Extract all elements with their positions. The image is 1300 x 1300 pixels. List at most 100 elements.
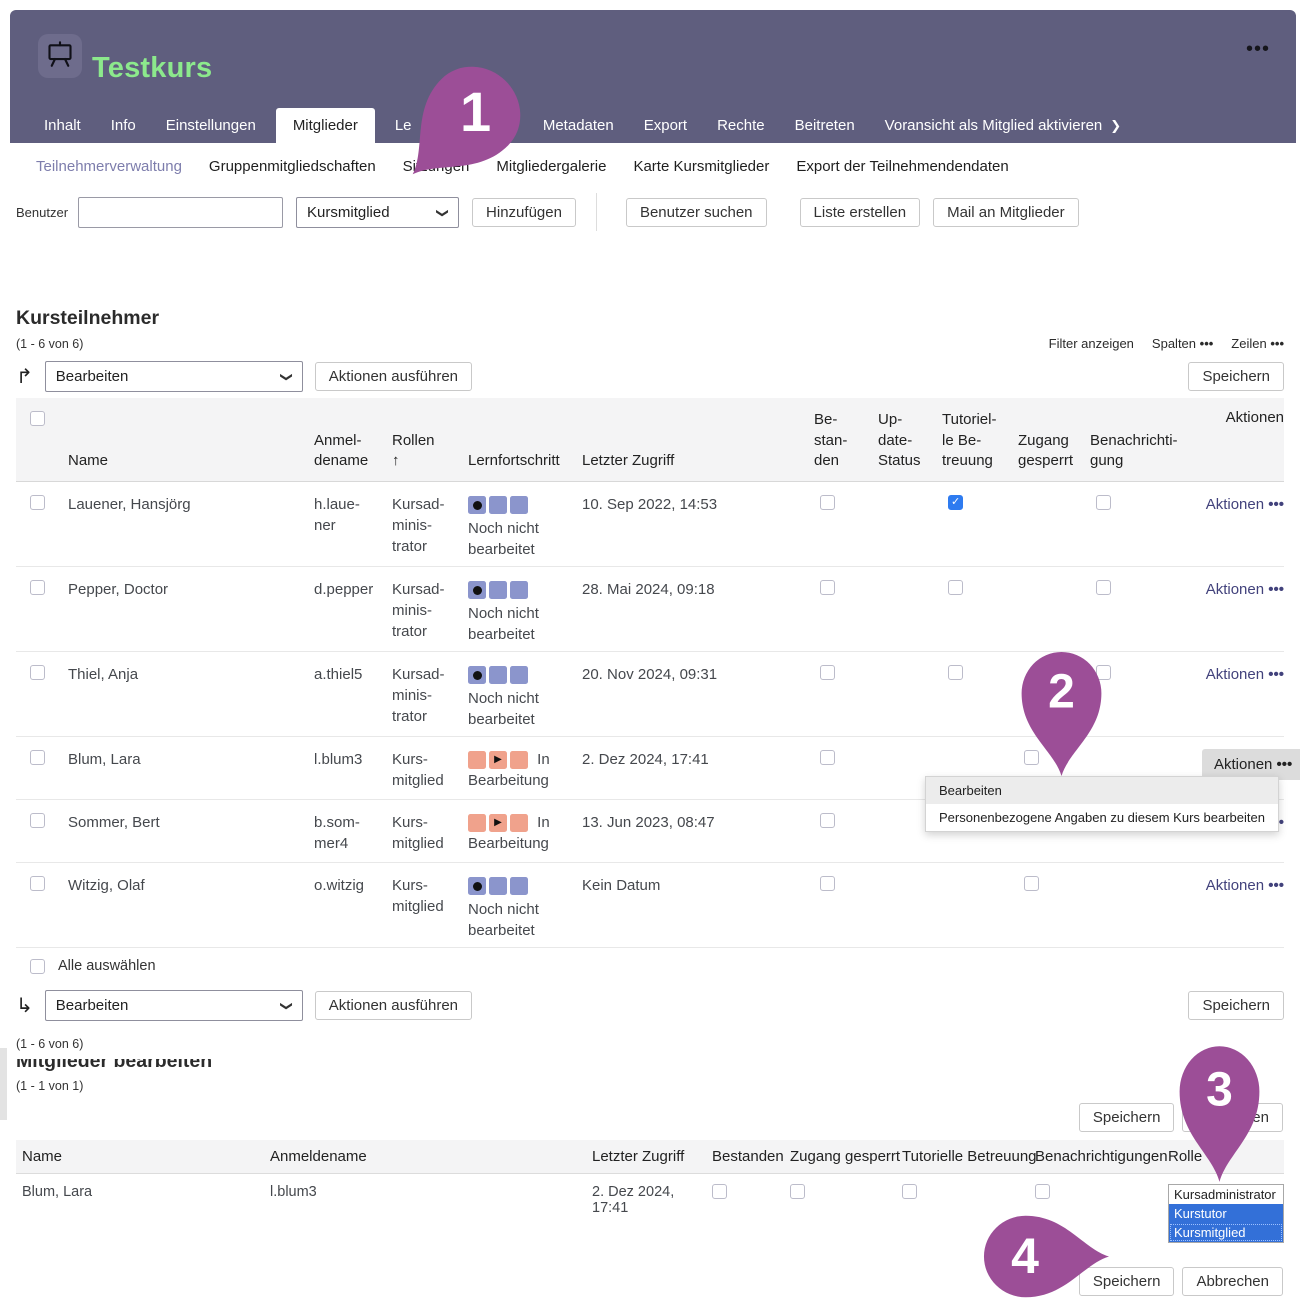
filter-link[interactable]: Filter anzeigen	[1049, 336, 1134, 351]
tab-mitglieder[interactable]: Mitglieder	[276, 108, 375, 143]
bulk-action-select-bottom[interactable]: Bearbeiten ❯	[45, 990, 303, 1021]
ellipsis-icon: •••	[1268, 581, 1284, 598]
bestanden-checkbox[interactable]	[712, 1184, 727, 1199]
col-bestanden[interactable]: Be­stan­den	[806, 398, 870, 481]
bulk-toolbar-bottom: ↳ Bearbeiten ❯ Aktionen ausführen Speich…	[16, 990, 1284, 1021]
row-checkbox[interactable]	[30, 750, 45, 765]
bestanden-checkbox[interactable]	[820, 495, 835, 510]
tab-beitreten[interactable]: Beitreten	[785, 117, 865, 134]
execute-actions-button-bottom[interactable]: Aktionen ausführen	[315, 991, 472, 1020]
bestanden-checkbox[interactable]	[820, 750, 835, 765]
search-users-button[interactable]: Benutzer suchen	[626, 198, 767, 227]
col-tutorielle-betreuung[interactable]: Tutoriel­le Be­treuung	[934, 398, 1010, 481]
last-access: 10. Sep 2022, 14:53	[574, 482, 806, 566]
row-checkbox[interactable]	[30, 495, 45, 510]
benachrichtigung-checkbox[interactable]	[1096, 495, 1111, 510]
role-option-kursadministrator[interactable]: Kursadministrator	[1169, 1185, 1283, 1204]
member-username: b.som­mer4	[306, 800, 384, 862]
role-option-kursmitglied[interactable]: Kursmitglied	[1169, 1223, 1283, 1242]
col-lernfortschritt[interactable]: Lernfort­schritt	[460, 398, 574, 481]
select-all-header-checkbox[interactable]	[30, 411, 45, 426]
member-name: Witzig, Olaf	[60, 863, 306, 947]
menu-item-bearbeiten[interactable]: Bearbeiten	[926, 777, 1278, 804]
row-checkbox[interactable]	[30, 813, 45, 828]
row-checkbox[interactable]	[30, 665, 45, 680]
bestanden-checkbox[interactable]	[820, 580, 835, 595]
select-all-checkbox[interactable]	[30, 959, 45, 974]
col-benachrichtigung[interactable]: Benach­richti­gung	[1082, 398, 1194, 481]
member-role: Kurs­mitglied	[384, 737, 460, 799]
save-button-bottom[interactable]: Speichern	[1188, 991, 1284, 1020]
menu-item-personenbezogene-angaben[interactable]: Personenbezogene Angaben zu diesem Kurs …	[926, 804, 1278, 831]
progress-indicator: ▶ In Bearbeitung	[468, 749, 582, 791]
benutzer-label: Benutzer	[16, 205, 68, 220]
bestanden-checkbox[interactable]	[820, 876, 835, 891]
row-actions-link[interactable]: Aktionen •••	[1206, 494, 1284, 515]
row-actions-link[interactable]: Aktionen •••	[1206, 875, 1284, 896]
bulk-action-select[interactable]: Bearbeiten ❯	[45, 361, 303, 392]
tutorielle-betreuung-checkbox[interactable]	[948, 665, 963, 680]
subtab-mitgliedergalerie[interactable]: Mitgliedergalerie	[496, 158, 606, 175]
row-checkbox[interactable]	[30, 580, 45, 595]
bestanden-checkbox[interactable]	[820, 813, 835, 828]
execute-actions-button[interactable]: Aktionen ausführen	[315, 362, 472, 391]
dialog-cancel-button-bottom[interactable]: Abbrechen	[1182, 1267, 1283, 1296]
tab-rechte[interactable]: Rechte	[707, 117, 775, 134]
col-name[interactable]: Name	[60, 398, 306, 481]
save-button-top[interactable]: Speichern	[1188, 362, 1284, 391]
tutorielle-betreuung-checkbox[interactable]	[948, 580, 963, 595]
ellipsis-icon: •••	[1268, 496, 1284, 513]
dialog-save-button[interactable]: Speichern	[1079, 1103, 1175, 1132]
columns-link[interactable]: Spalten •••	[1152, 336, 1213, 351]
add-member-row: Benutzer Kursmitglied ❯ Hinzufügen Benut…	[16, 193, 1300, 231]
col-anmeldename[interactable]: Anmel­dename	[306, 398, 384, 481]
zugang-gesperrt-checkbox[interactable]	[1024, 876, 1039, 891]
sort-asc-icon: ↑	[392, 452, 400, 469]
subtab-export-teilnehmendendaten[interactable]: Export der Teilnehmendendaten	[796, 158, 1008, 175]
col-aktionen: Aktionen	[1194, 398, 1284, 481]
create-list-button[interactable]: Liste erstellen	[800, 198, 921, 227]
row-actions-link[interactable]: Aktionen •••	[1206, 579, 1284, 600]
subtab-karte-kursmitglieder[interactable]: Karte Kursmitglieder	[633, 158, 769, 175]
subtab-teilnehmerverwaltung[interactable]: Teilnehmerverwaltung	[36, 158, 182, 175]
table-row: Pepper, Doctor d.pepper Kursad­minis­tra…	[16, 567, 1284, 652]
row-checkbox[interactable]	[30, 876, 45, 891]
member-username: o.witzig	[306, 863, 384, 947]
col-zugang-gesperrt[interactable]: Zugang gesperrt	[1010, 398, 1082, 481]
benachrichtigungen-checkbox[interactable]	[1035, 1184, 1050, 1199]
role-multiselect-listbox[interactable]: Kursadministrator Kurstutor Kursmitglied	[1168, 1184, 1284, 1243]
member-name: Lauener, Hansjörg	[60, 482, 306, 566]
last-access: 13. Jun 2023, 08:47	[574, 800, 806, 862]
benachrichtigung-checkbox[interactable]	[1096, 580, 1111, 595]
mail-members-button[interactable]: Mail an Mitglieder	[933, 198, 1079, 227]
col-name: Name	[16, 1140, 264, 1173]
zugang-gesperrt-checkbox[interactable]	[790, 1184, 805, 1199]
col-update-status[interactable]: Up­date-Status	[870, 398, 934, 481]
tab-einstellungen[interactable]: Einstellungen	[156, 117, 266, 134]
member-name: Sommer, Bert	[60, 800, 306, 862]
member-role: Kurs­mitglied	[384, 800, 460, 862]
col-rollen-sorted[interactable]: Rollen↑	[384, 398, 460, 481]
rows-link[interactable]: Zeilen •••	[1231, 336, 1284, 351]
role-select[interactable]: Kursmitglied ❯	[296, 197, 459, 228]
bestanden-checkbox[interactable]	[820, 665, 835, 680]
tab-info[interactable]: Info	[101, 117, 146, 134]
members-subtab-bar: Teilnehmerverwaltung Gruppenmitgliedscha…	[0, 143, 1300, 175]
course-title: Testkurs	[92, 52, 212, 85]
tab-preview-as-member[interactable]: Voransicht als Mitglied aktivieren ❯	[875, 117, 1132, 134]
tutorielle-betreuung-checkbox[interactable]: ✓	[948, 495, 963, 510]
row-actions-link[interactable]: Aktionen •••	[1206, 664, 1284, 685]
col-zugang-gesperrt: Zugang gesperrt	[784, 1140, 896, 1173]
add-button[interactable]: Hinzufügen	[472, 198, 576, 227]
benutzer-input[interactable]	[78, 197, 283, 228]
progress-dot-icon	[473, 671, 482, 680]
participants-count-bottom: (1 - 6 von 6)	[16, 1037, 1300, 1051]
subtab-gruppenmitgliedschaften[interactable]: Gruppenmitgliedschaften	[209, 158, 376, 175]
branch-down-icon: ↳	[16, 993, 33, 1018]
tutorielle-betreuung-checkbox[interactable]	[902, 1184, 917, 1199]
tab-export[interactable]: Export	[634, 117, 697, 134]
role-option-kurstutor[interactable]: Kurstutor	[1169, 1204, 1283, 1223]
header-more-icon[interactable]: •••	[1246, 38, 1270, 61]
tab-inhalt[interactable]: Inhalt	[34, 117, 91, 134]
col-letzter-zugriff[interactable]: Letzter Zugriff	[574, 398, 806, 481]
